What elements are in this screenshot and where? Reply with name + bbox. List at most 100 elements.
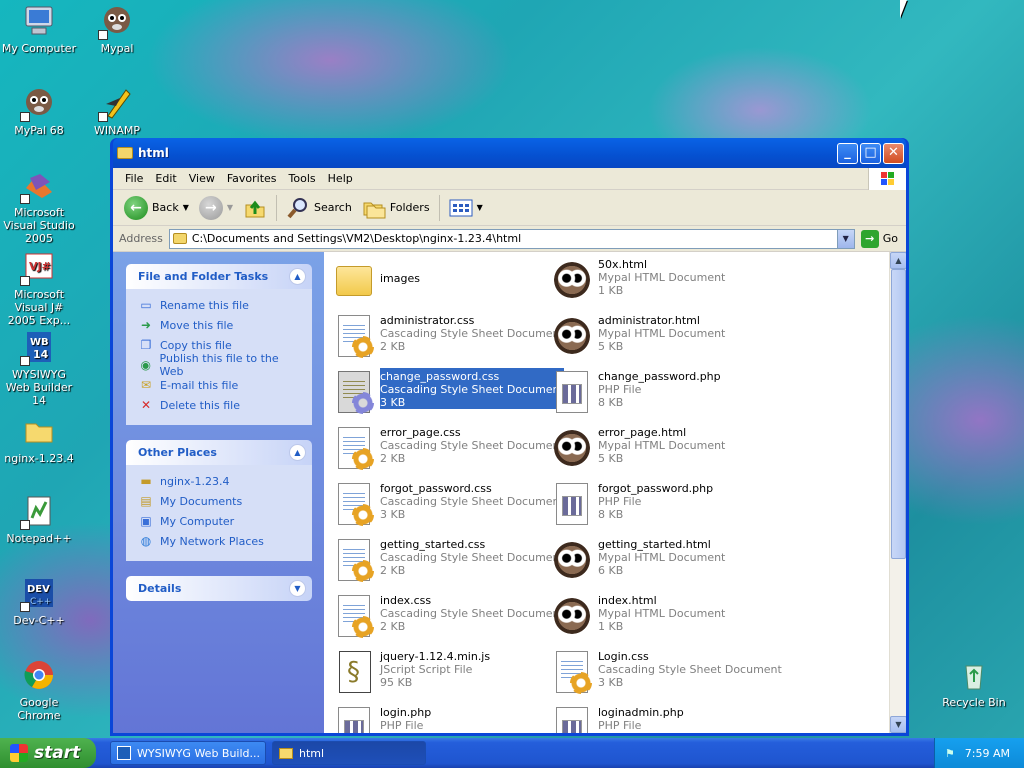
file-item[interactable]: 50x.html Mypal HTML Document 1 KB bbox=[548, 256, 725, 308]
file-folder-tasks-panel: File and Folder Tasks ▲ ▭ Rename this fil… bbox=[126, 264, 312, 425]
network-icon: ◍ bbox=[140, 534, 152, 548]
up-folder-icon bbox=[245, 200, 265, 217]
taskbar-item-html[interactable]: html bbox=[272, 741, 426, 765]
folder-icon bbox=[330, 256, 374, 304]
place-my-documents[interactable]: ▤ My Documents bbox=[138, 491, 302, 511]
css-file-icon bbox=[330, 480, 374, 528]
maximize-button[interactable]: □ bbox=[860, 142, 881, 164]
desktop-icon-label: MyPal 68 bbox=[14, 124, 64, 137]
desktop-icon-mypal68[interactable]: MyPal 68 bbox=[0, 86, 78, 137]
back-button[interactable]: ← Back ▼ bbox=[119, 193, 194, 223]
desktop-icon-nginx-folder[interactable]: nginx-1.23.4 bbox=[0, 414, 78, 465]
file-size: 3 KB bbox=[380, 508, 406, 521]
wysiwyg-icon: WB 14 bbox=[20, 330, 56, 366]
file-item[interactable]: administrator.css Cascading Style Sheet D… bbox=[330, 312, 564, 364]
file-size: 2 KB bbox=[380, 620, 406, 633]
file-item[interactable]: administrator.html Mypal HTML Document 5 K… bbox=[548, 312, 725, 364]
place-my-computer[interactable]: ▣ My Computer bbox=[138, 511, 302, 531]
vertical-scrollbar[interactable]: ▲ ▼ bbox=[889, 252, 906, 733]
desktop-icon-recycle-bin[interactable]: Recycle Bin bbox=[935, 658, 1013, 709]
file-item[interactable]: images bbox=[330, 256, 420, 308]
desktop-icon-mypal[interactable]: Mypal bbox=[78, 4, 156, 55]
file-item[interactable]: loginadmin.php PHP File bbox=[548, 704, 684, 733]
up-folder-button[interactable] bbox=[238, 193, 272, 223]
php-file-icon bbox=[548, 704, 592, 733]
desktop-icon-label: Notepad++ bbox=[6, 532, 72, 545]
file-item[interactable]: error_page.html Mypal HTML Document 5 KB bbox=[548, 424, 725, 476]
desktop-icon-wysiwyg[interactable]: WB 14 WYSIWYG Web Builder 14 bbox=[0, 330, 78, 407]
desktop-icon-label: WINAMP bbox=[94, 124, 140, 137]
css-file-icon bbox=[330, 536, 374, 584]
task-move[interactable]: ➜ Move this file bbox=[138, 315, 302, 335]
file-item[interactable]: change_password.php PHP File 8 KB bbox=[548, 368, 721, 420]
task-delete[interactable]: ✕ Delete this file bbox=[138, 395, 302, 415]
collapse-chevron-icon[interactable]: ▲ bbox=[289, 268, 306, 285]
scroll-up-button[interactable]: ▲ bbox=[890, 252, 906, 269]
task-publish[interactable]: ◉ Publish this file to the Web bbox=[138, 352, 302, 378]
panel-header[interactable]: Other Places ▲ bbox=[126, 440, 312, 465]
file-item[interactable]: index.html Mypal HTML Document 1 KB bbox=[548, 592, 725, 644]
desktop-icon-visual-studio[interactable]: Microsoft Visual Studio 2005 bbox=[0, 168, 78, 245]
address-dropdown-icon[interactable]: ▼ bbox=[836, 229, 854, 248]
desktop-icon-chrome[interactable]: Google Chrome bbox=[0, 658, 78, 722]
panel-header[interactable]: File and Folder Tasks ▲ bbox=[126, 264, 312, 289]
desktop-icon-my-computer[interactable]: My Computer bbox=[0, 4, 78, 55]
forward-button[interactable]: → ▼ bbox=[194, 193, 238, 223]
desktop-icon-winamp[interactable]: WINAMP bbox=[78, 86, 156, 137]
menu-file[interactable]: File bbox=[119, 172, 149, 185]
desktop-icon-notepad-plus[interactable]: Notepad++ bbox=[0, 494, 78, 545]
title-bar[interactable]: html _ □ ✕ bbox=[113, 138, 906, 168]
search-label: Search bbox=[314, 201, 352, 214]
window-body: File Edit View Favorites Tools Help ← Ba… bbox=[113, 168, 906, 733]
collapse-chevron-icon[interactable]: ▲ bbox=[289, 444, 306, 461]
file-text: change_password.css Cascading Style Sheet… bbox=[380, 368, 564, 409]
task-rename[interactable]: ▭ Rename this file bbox=[138, 295, 302, 315]
toolbar: ← Back ▼ → ▼ Search Folders ▼ bbox=[113, 190, 906, 226]
menu-favorites[interactable]: Favorites bbox=[221, 172, 283, 185]
panel-header[interactable]: Details ▼ bbox=[126, 576, 312, 601]
minimize-button[interactable]: _ bbox=[837, 142, 858, 164]
place-nginx[interactable]: ▬ nginx-1.23.4 bbox=[138, 471, 302, 491]
folders-label: Folders bbox=[389, 201, 430, 214]
file-type: Mypal HTML Document bbox=[598, 607, 726, 620]
chevron-down-icon[interactable]: ▼ bbox=[183, 203, 189, 212]
svg-text:VJ#: VJ# bbox=[29, 260, 51, 273]
taskbar-item-wysiwyg[interactable]: WYSIWYG Web Build... bbox=[110, 741, 266, 765]
file-item[interactable]: change_password.css Cascading Style Sheet… bbox=[330, 368, 564, 420]
folders-button[interactable]: Folders bbox=[357, 193, 435, 223]
menu-tools[interactable]: Tools bbox=[283, 172, 322, 185]
mypal-document-icon bbox=[548, 312, 592, 360]
file-item[interactable]: forgot_password.php PHP File 8 KB bbox=[548, 480, 713, 532]
address-input[interactable]: C:\Documents and Settings\VM2\Desktop\ng… bbox=[168, 228, 855, 249]
close-button[interactable]: ✕ bbox=[883, 142, 904, 164]
scroll-down-button[interactable]: ▼ bbox=[890, 716, 906, 733]
network-tray-icon[interactable]: ⚑ bbox=[945, 747, 955, 760]
search-button[interactable]: Search bbox=[281, 193, 357, 223]
copy-icon: ❐ bbox=[140, 338, 152, 352]
file-item[interactable]: index.css Cascading Style Sheet Document 2… bbox=[330, 592, 564, 644]
file-item[interactable]: getting_started.html Mypal HTML Document 6… bbox=[548, 536, 725, 588]
file-text: administrator.css Cascading Style Sheet D… bbox=[380, 312, 564, 353]
file-item[interactable]: error_page.css Cascading Style Sheet Docu… bbox=[330, 424, 564, 476]
menu-help[interactable]: Help bbox=[322, 172, 359, 185]
scroll-thumb[interactable] bbox=[891, 269, 906, 559]
file-name: login.php bbox=[380, 706, 432, 719]
desktop-icon-devcpp[interactable]: DEV C++ Dev-C++ bbox=[0, 576, 78, 627]
file-item[interactable]: forgot_password.css Cascading Style Sheet… bbox=[330, 480, 564, 532]
file-item[interactable]: Login.css Cascading Style Sheet Document 3… bbox=[548, 648, 782, 700]
go-button[interactable]: → Go bbox=[855, 229, 906, 248]
place-network[interactable]: ◍ My Network Places bbox=[138, 531, 302, 551]
menu-view[interactable]: View bbox=[183, 172, 221, 185]
file-name: change_password.css bbox=[380, 370, 500, 383]
expand-chevron-icon[interactable]: ▼ bbox=[289, 580, 306, 597]
desktop-icon-visual-jsharp[interactable]: VJ# Microsoft Visual J# 2005 Exp... bbox=[0, 250, 78, 327]
chevron-down-icon[interactable]: ▼ bbox=[227, 203, 233, 212]
file-item[interactable]: login.php PHP File bbox=[330, 704, 431, 733]
file-name: loginadmin.php bbox=[598, 706, 684, 719]
views-button[interactable]: ▼ bbox=[444, 195, 488, 221]
menu-edit[interactable]: Edit bbox=[149, 172, 182, 185]
file-item[interactable]: jquery-1.12.4.min.jsJScript Script File9… bbox=[330, 648, 490, 700]
task-email[interactable]: ✉ E-mail this file bbox=[138, 375, 302, 395]
start-button[interactable]: start bbox=[0, 738, 96, 768]
file-item[interactable]: getting_started.css Cascading Style Sheet… bbox=[330, 536, 564, 588]
